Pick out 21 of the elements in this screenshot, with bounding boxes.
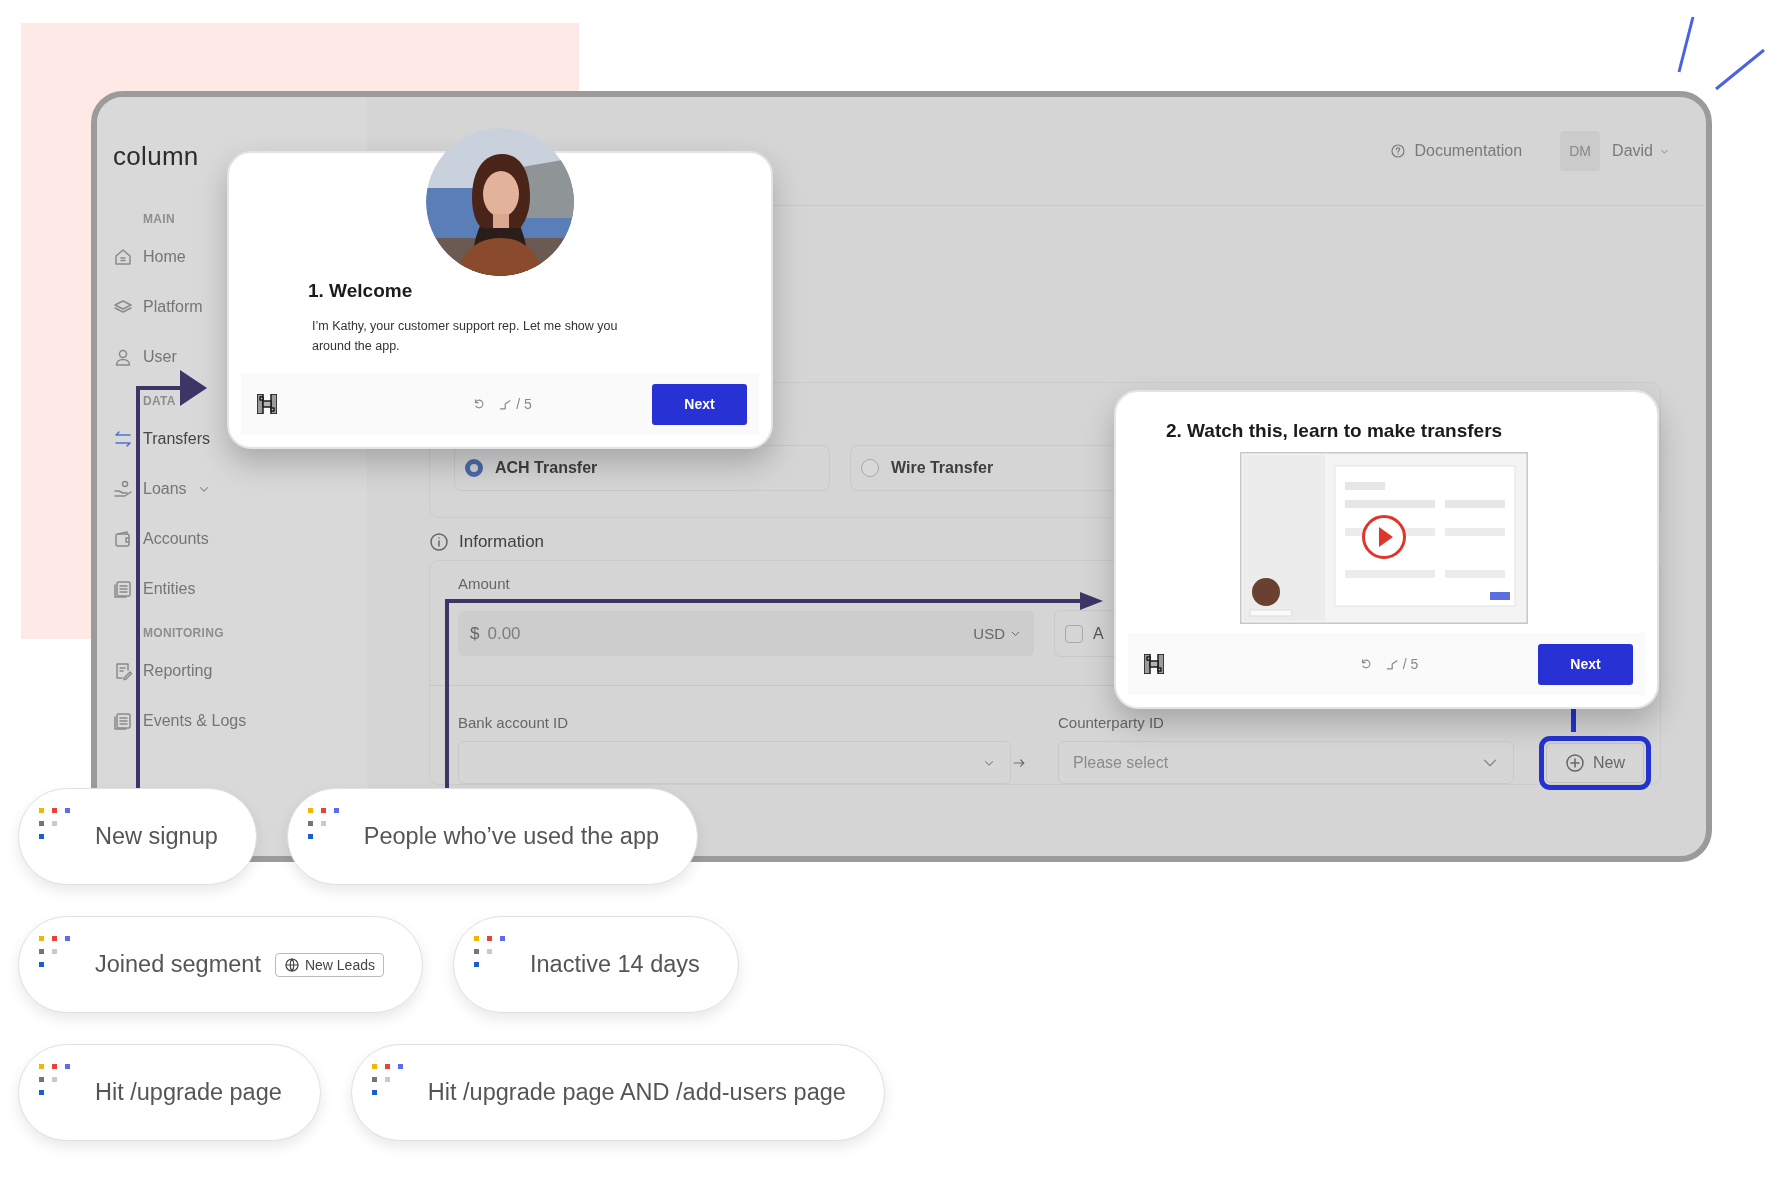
field-label: Bank account ID [458, 714, 570, 731]
step-title: 1. Welcome [308, 280, 413, 302]
step-counter: / 5 [516, 396, 532, 412]
section-label: MONITORING [143, 626, 224, 640]
section-label: MAIN [143, 212, 175, 226]
step-counter: / 5 [1402, 656, 1419, 672]
segment-label: People who’ve used the app [363, 823, 660, 850]
currency-symbol: $ [470, 623, 480, 644]
segment-label: Hit /upgrade page AND /add-users page [427, 1079, 846, 1106]
segment-label: Inactive 14 days [529, 951, 700, 978]
field-label: Amount [458, 575, 511, 592]
app-logo: column [113, 141, 199, 172]
section-label: DATA [143, 394, 176, 408]
segment-label: Hit /upgrade page [95, 1079, 282, 1106]
segment-label: Joined segment [95, 951, 261, 978]
segment-label: New signup [95, 823, 218, 850]
field-label: Counterparty ID [1058, 714, 1165, 731]
section-title: Information [459, 532, 545, 552]
step-title: 2. Watch this, learn to make transfers [1166, 420, 1503, 442]
step-body: I’m Kathy, your customer support rep. Let me show you around the app. [312, 318, 619, 355]
tag-label: New Leads [304, 956, 375, 973]
